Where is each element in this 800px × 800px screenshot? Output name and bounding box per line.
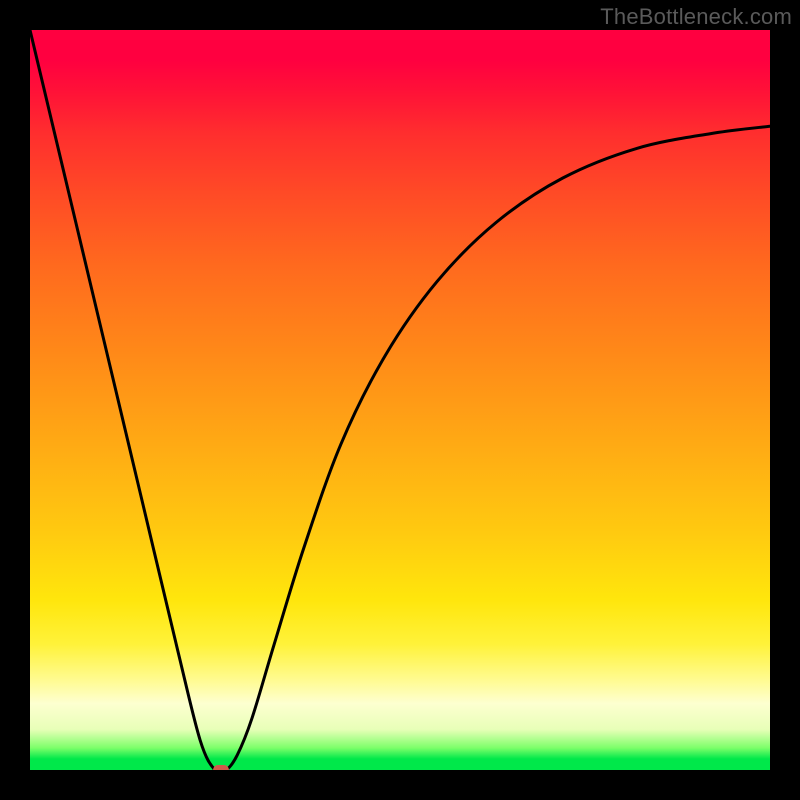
chart-frame: TheBottleneck.com	[0, 0, 800, 800]
plot-area	[30, 30, 770, 770]
watermark-text: TheBottleneck.com	[600, 4, 792, 30]
bottleneck-curve	[30, 30, 770, 770]
curve-path	[30, 30, 770, 770]
optimal-point-marker	[213, 765, 229, 770]
